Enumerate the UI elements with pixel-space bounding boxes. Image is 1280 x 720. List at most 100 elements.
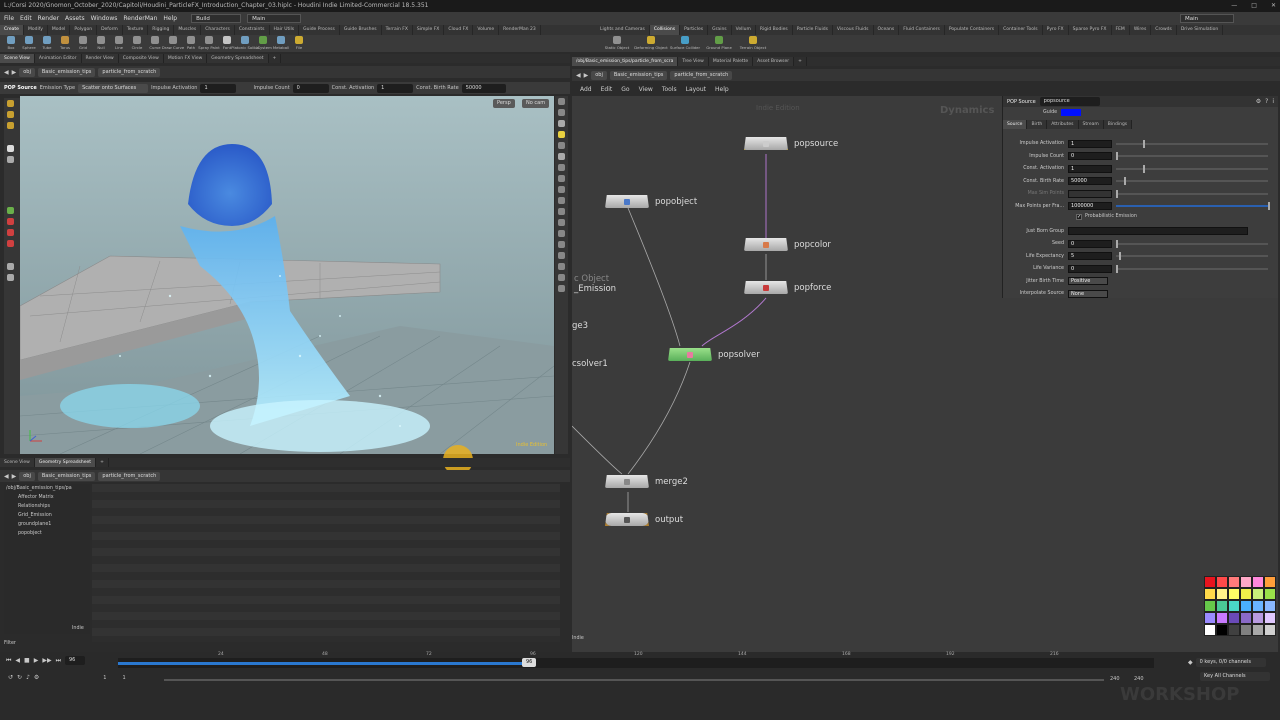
shelf-tab-particle-fluids[interactable]: Particle Fluids bbox=[793, 25, 833, 35]
output-body[interactable] bbox=[605, 513, 649, 526]
popsolver-body[interactable] bbox=[668, 348, 712, 361]
palette-swatch-14[interactable] bbox=[1228, 600, 1240, 612]
param-slider-const-activation[interactable] bbox=[1116, 164, 1268, 173]
minimize-icon[interactable]: — bbox=[1231, 0, 1237, 12]
path-basic-emission-tips[interactable]: Basic_emission_tips bbox=[37, 67, 96, 77]
shelf-tab-cloud-fx[interactable]: Cloud FX bbox=[444, 25, 474, 35]
tool-static-object[interactable]: Static Object bbox=[600, 35, 634, 52]
tool-file[interactable]: File bbox=[290, 35, 308, 52]
param-value-max-points-per-fra[interactable]: 1000000 bbox=[1068, 202, 1112, 210]
param-tab-attributes[interactable]: Attributes bbox=[1047, 119, 1079, 129]
jump-end-icon[interactable]: ⏭ bbox=[56, 657, 61, 665]
flipbook-icon[interactable] bbox=[555, 250, 567, 261]
light-tool-icon[interactable] bbox=[4, 272, 16, 283]
palette-swatch-0[interactable] bbox=[1204, 576, 1216, 588]
net-path-obj[interactable]: obj bbox=[591, 70, 607, 80]
timeline-track[interactable]: 96 bbox=[118, 658, 1154, 668]
stop-icon[interactable]: ■ bbox=[24, 657, 30, 664]
net-menu-add[interactable]: Add bbox=[580, 86, 592, 93]
node-merge2[interactable]: merge2 bbox=[605, 475, 688, 488]
points-icon[interactable] bbox=[555, 162, 567, 173]
forward-arrow-icon[interactable]: ▶ bbox=[12, 69, 17, 76]
realtime-icon[interactable]: ↺ bbox=[8, 674, 13, 681]
param-slider-life-expectancy[interactable] bbox=[1116, 252, 1268, 260]
current-frame-field[interactable]: 96 bbox=[64, 656, 85, 665]
node-popsolver[interactable]: popsolver bbox=[668, 348, 760, 361]
main-desktop-select[interactable]: Main bbox=[247, 14, 302, 23]
menu-windows[interactable]: Windows bbox=[91, 15, 118, 22]
popforce-body[interactable] bbox=[744, 281, 788, 294]
shelf-tab-modify[interactable]: Modify bbox=[24, 25, 48, 35]
impulse-count-field[interactable]: 0 bbox=[292, 83, 329, 93]
palette-swatch-28[interactable] bbox=[1252, 624, 1264, 636]
param-value-interpolate-source[interactable]: None bbox=[1068, 289, 1108, 298]
palette-swatch-27[interactable] bbox=[1240, 624, 1252, 636]
param-value-life-expectancy[interactable]: 5 bbox=[1068, 252, 1112, 260]
lock-tool-icon[interactable] bbox=[4, 154, 16, 165]
timeline-playhead[interactable]: 96 bbox=[522, 658, 537, 667]
node-output[interactable]: output bbox=[605, 513, 683, 526]
persp-menu[interactable]: Persp bbox=[493, 99, 515, 108]
shelf-tab-renderman-23[interactable]: RenderMan 23 bbox=[499, 25, 541, 35]
palette-swatch-4[interactable] bbox=[1252, 576, 1264, 588]
menu-renderman[interactable]: RenderMan bbox=[123, 15, 157, 22]
magnet-tool-icon[interactable] bbox=[4, 216, 16, 227]
grid-display-icon[interactable] bbox=[555, 228, 567, 239]
step-back-icon[interactable]: ◀ bbox=[15, 657, 20, 664]
shelf-tab-populate-containers[interactable]: Populate Containers bbox=[945, 25, 1000, 35]
tool-surface-collider[interactable]: Surface Collider bbox=[668, 35, 702, 52]
tab-scene-view[interactable]: Scene View bbox=[0, 54, 35, 63]
tree-relationships[interactable]: Relationships bbox=[4, 502, 90, 511]
shelf-tab-lights-and-cameras[interactable]: Lights and Cameras bbox=[596, 25, 650, 35]
grid-snap-icon[interactable] bbox=[4, 227, 16, 238]
shelf-tab-particles[interactable]: Particles bbox=[680, 25, 709, 35]
net-menu-go[interactable]: Go bbox=[621, 86, 629, 93]
shelf-tab-constraints[interactable]: Constraints bbox=[235, 25, 270, 35]
palette-swatch-6[interactable] bbox=[1204, 588, 1216, 600]
tree-root[interactable]: /obj/Basic_emission_tips/pa bbox=[4, 484, 90, 493]
normals-icon[interactable] bbox=[555, 173, 567, 184]
param-tab-stream[interactable]: Stream bbox=[1078, 119, 1104, 129]
3d-viewport[interactable]: Persp No cam Indie Edition bbox=[20, 96, 554, 454]
shelf-tab-container-tools[interactable]: Container Tools bbox=[999, 25, 1043, 35]
param-value-jitter-birth-time[interactable]: Positive bbox=[1068, 277, 1108, 285]
palette-swatch-10[interactable] bbox=[1252, 588, 1264, 600]
palette-swatch-29[interactable] bbox=[1264, 624, 1276, 636]
background-icon[interactable] bbox=[555, 195, 567, 206]
tab-tree-view[interactable]: Tree View bbox=[678, 57, 709, 66]
menu-help[interactable]: Help bbox=[163, 15, 177, 22]
handle-tool-icon[interactable] bbox=[4, 120, 16, 131]
shelf-tab-volume[interactable]: Volume bbox=[473, 25, 500, 35]
shelf-tab-drive-simulation[interactable]: Drive Simulation bbox=[1177, 25, 1224, 35]
param-value-just-born-group[interactable] bbox=[1068, 227, 1248, 235]
settings-icon[interactable]: ⚙ bbox=[34, 674, 39, 681]
snapshot-icon[interactable] bbox=[555, 261, 567, 272]
menu-edit[interactable]: Edit bbox=[20, 15, 32, 22]
ghost-icon[interactable] bbox=[555, 140, 567, 151]
camera-view-icon[interactable] bbox=[555, 206, 567, 217]
add-tab-icon-2[interactable]: + bbox=[96, 458, 109, 467]
shelf-tab-crowds[interactable]: Crowds bbox=[1151, 25, 1177, 35]
add-tab-icon[interactable]: + bbox=[269, 54, 282, 63]
net-path-basic-emission-tips[interactable]: Basic_emission_tips bbox=[609, 70, 668, 80]
tool-platonic-solids[interactable]: Platonic Solids bbox=[231, 35, 259, 52]
snap-tool-icon[interactable] bbox=[4, 205, 16, 216]
palette-swatch-13[interactable] bbox=[1216, 600, 1228, 612]
shelf-tab-simple-fx[interactable]: Simple FX bbox=[413, 25, 445, 35]
tool-l-system[interactable]: L-System bbox=[254, 35, 272, 52]
tool-line[interactable]: Line bbox=[110, 35, 128, 52]
palette-swatch-24[interactable] bbox=[1204, 624, 1216, 636]
tool-terrain-object[interactable]: Terrain Object bbox=[736, 35, 770, 52]
shelf-tab-model[interactable]: Model bbox=[48, 25, 71, 35]
jump-start-icon[interactable]: ⏮ bbox=[6, 657, 11, 665]
curve-snap-icon[interactable] bbox=[4, 238, 16, 249]
node-popobject[interactable]: popobject bbox=[605, 195, 697, 208]
param-value-max-sim-points[interactable] bbox=[1068, 189, 1112, 198]
param-value-const-activation[interactable]: 1 bbox=[1068, 164, 1112, 173]
forward-arrow-icon-3[interactable]: ▶ bbox=[584, 72, 589, 79]
param-op-name-field[interactable]: popsource bbox=[1039, 97, 1100, 106]
param-slider-max-sim-points[interactable] bbox=[1116, 189, 1268, 198]
tool-circle[interactable]: Circle bbox=[128, 35, 146, 52]
palette-swatch-9[interactable] bbox=[1240, 588, 1252, 600]
menu-file[interactable]: File bbox=[4, 15, 14, 22]
